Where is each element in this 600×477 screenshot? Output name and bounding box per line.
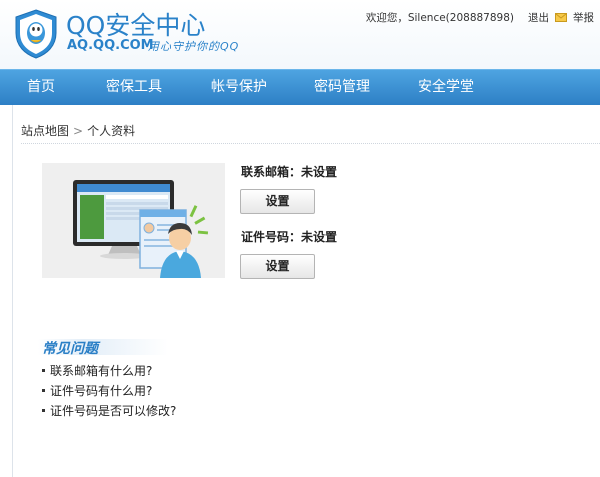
mail-icon[interactable]	[555, 12, 567, 22]
faq-item-id-use[interactable]: 证件号码有什么用?	[42, 381, 176, 401]
faq-item-text: 证件号码是否可以修改?	[50, 404, 177, 418]
breadcrumb-separator: >	[73, 124, 84, 138]
site-slogan: 用心守护你的QQ	[148, 40, 240, 53]
content-divider	[21, 143, 600, 144]
nav-item-account-protection[interactable]: 帐号保护	[211, 70, 267, 106]
set-id-number-button[interactable]: 设置	[240, 254, 315, 279]
contact-email-label: 联系邮箱：未设置	[241, 165, 338, 179]
bullet-icon	[42, 409, 45, 412]
faq-list: 联系邮箱有什么用? 证件号码有什么用? 证件号码是否可以修改?	[42, 361, 176, 421]
nav-item-security-school[interactable]: 安全学堂	[418, 70, 474, 106]
logout-link[interactable]: 退出	[528, 10, 549, 25]
qq-shield-logo-icon[interactable]	[14, 9, 58, 59]
site-title: QQ安全中心	[66, 11, 206, 40]
header: QQ安全中心 AQ.QQ.COM 用心守护你的QQ 欢迎您，Silence(20…	[0, 0, 600, 69]
computer-user-illustration	[42, 163, 225, 278]
faq-item-text: 证件号码有什么用?	[50, 384, 153, 398]
bullet-icon	[42, 389, 45, 392]
user-greeting: 欢迎您，Silence(208887898)	[365, 11, 514, 24]
id-number-label: 证件号码：未设置	[241, 230, 338, 244]
faq-title: 常见问题	[42, 341, 98, 357]
nav-item-password-management[interactable]: 密码管理	[314, 70, 370, 106]
left-border-line	[12, 105, 13, 477]
faq-item-email-use[interactable]: 联系邮箱有什么用?	[42, 361, 176, 381]
report-link[interactable]: 举报	[573, 10, 594, 25]
nav-item-security-tools[interactable]: 密保工具	[106, 70, 162, 106]
main-nav: 首页 密保工具 帐号保护 密码管理 安全学堂	[0, 69, 600, 105]
user-area: 欢迎您，Silence(208887898) 退出 举报	[366, 10, 600, 24]
faq-item-id-modify[interactable]: 证件号码是否可以修改?	[42, 401, 176, 421]
site-url: AQ.QQ.COM	[67, 38, 154, 53]
bullet-icon	[42, 369, 45, 372]
set-email-button[interactable]: 设置	[240, 189, 315, 214]
breadcrumb-current: 个人资料	[87, 124, 136, 138]
breadcrumb: 站点地图 > 个人资料	[21, 122, 135, 139]
nav-item-home[interactable]: 首页	[27, 70, 55, 106]
breadcrumb-root-link[interactable]: 站点地图	[21, 124, 69, 138]
faq-item-text: 联系邮箱有什么用?	[50, 364, 153, 378]
